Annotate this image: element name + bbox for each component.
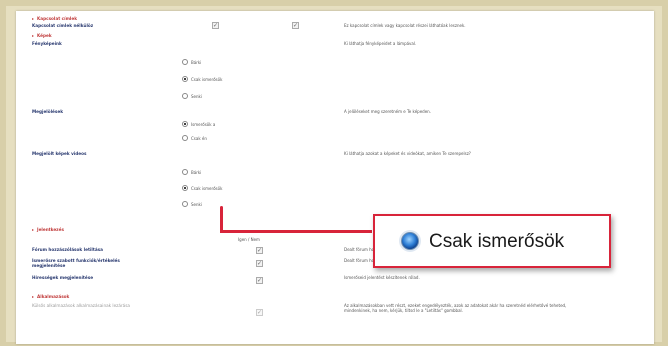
row-label-contacts: Kapcsolat címlek nélkülöz [32,23,94,28]
radio-tags-me[interactable]: Csak én [182,135,207,141]
radio-tagged-nobody[interactable]: Senki [182,201,202,207]
row-label-news: Hírességek megjelenítése [32,275,94,280]
callout-connector-horizontal [220,230,372,233]
section-header-images: ▸ Képek [32,33,52,38]
collapse-triangle-icon[interactable]: ▸ [32,33,34,38]
section-header-reports: ▸ Jelentkezés [32,227,64,232]
column-header-yes-no: Igen / Nem [238,237,260,242]
row-label-external-apps: Külsős alkalmazások alkalmazásainak lezá… [32,303,130,308]
radio-circle[interactable] [182,59,188,65]
row-label-forum: Fórum hozzászólások letiltása [32,247,103,252]
radio-circle-selected[interactable] [182,76,188,82]
row-label-tags: Megjelölések [32,109,63,114]
radio-circle[interactable] [182,201,188,207]
radio-tagged-everyone[interactable]: Bárki [182,169,201,175]
section-header-contacts: ▸ Kapcsolat címlek [32,16,77,21]
checkbox-contacts-a[interactable]: ✓ [212,22,219,29]
checkbox-external-apps[interactable]: ✓ [256,309,263,316]
zoom-callout: Csak ismerősök [373,214,611,268]
radio-selected-icon [401,232,419,250]
radio-photos-friends[interactable]: Csak ismerősök [182,76,222,82]
callout-connector-vertical [220,206,223,232]
checkbox-contacts-b[interactable]: ✓ [292,22,299,29]
radio-photos-everyone[interactable]: Bárki [182,59,201,65]
radio-photos-nobody[interactable]: Senki [182,93,202,99]
row-desc-news: Ismerőseid jelentést készítenek rólad. [344,275,420,280]
row-desc-contacts: Ez kapcsolat címlek vagy kapcsolat része… [344,23,466,28]
row-desc-photos: Ki láthatja fényképeidet a lámpával. [344,41,417,46]
row-label-tagged-media: Megjelölt képek videos [32,151,87,156]
row-desc-external-apps: Az alkalmazásokban vett részt, ezeket en… [344,303,567,313]
checkbox-friend-features[interactable]: ✓ [256,260,263,267]
callout-label: Csak ismerősök [429,230,565,252]
section-header-apps: ▸ Alkalmazások [32,294,70,299]
collapse-triangle-icon[interactable]: ▸ [32,227,34,232]
radio-tagged-friends[interactable]: Csak ismerősök [182,185,222,191]
radio-circle-selected[interactable] [182,185,188,191]
row-desc-tags: A jelöléseket meg szeretném e Te képeden… [344,109,431,114]
radio-circle[interactable] [182,169,188,175]
radio-circle-selected[interactable] [182,121,188,127]
row-desc-tagged-media: Ki láthatja azokat a képeket és videókat… [344,151,471,156]
radio-tags-friends[interactable]: Ismerősök a [182,121,215,127]
radio-circle[interactable] [182,93,188,99]
checkbox-forum[interactable]: ✓ [256,247,263,254]
collapse-triangle-icon[interactable]: ▸ [32,16,34,21]
outer-frame: ▸ Kapcsolat címlek Kapcsolat címlek nélk… [6,6,662,344]
collapse-triangle-icon[interactable]: ▸ [32,294,34,299]
row-label-photos: Fényképeink [32,41,62,46]
settings-page: ▸ Kapcsolat címlek Kapcsolat címlek nélk… [16,11,654,344]
radio-circle[interactable] [182,135,188,141]
checkbox-news[interactable]: ✓ [256,277,263,284]
row-label-friend-features: Ismerősre szabott funkciók/értékelés meg… [32,258,120,268]
